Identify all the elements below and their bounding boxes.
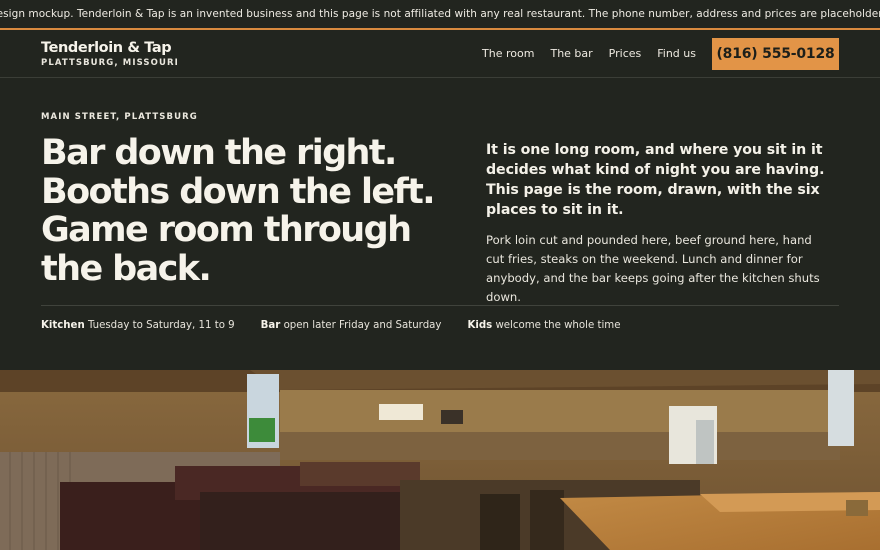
fact-bar: Bar open later Friday and Saturday — [261, 320, 442, 331]
headline-line: Bar down the right. — [41, 133, 397, 173]
fact-value: welcome the whole time — [495, 320, 621, 331]
fact-kids: Kids welcome the whole time — [467, 320, 620, 331]
nav-link-the-room[interactable]: The room — [482, 47, 534, 60]
nav-link-find-us[interactable]: Find us — [657, 47, 696, 60]
site-header: Tenderloin & Tap PLATTSBURG, MISSOURI Th… — [0, 30, 880, 78]
headline-line: Booths down the left. — [41, 171, 436, 212]
main-nav: The room The bar Prices Find us (816) 55… — [482, 37, 839, 70]
brand-location: PLATTSBURG, MISSOURI — [41, 57, 179, 68]
brand[interactable]: Tenderloin & Tap PLATTSBURG, MISSOURI — [41, 40, 179, 68]
call-phone-button[interactable]: (816) 555-0128 — [712, 37, 839, 70]
fact-label: Bar — [260, 320, 281, 331]
fact-value: open later Friday and Saturday — [283, 320, 442, 331]
brand-name: Tenderloin & Tap — [41, 39, 172, 56]
hero-body: Pork loin cut and pounded here, beef gro… — [486, 233, 820, 304]
fact-value: Tuesday to Saturday, 11 to 9 — [87, 320, 235, 331]
headline-line: the back. — [41, 248, 212, 289]
room-photo-illustration — [0, 370, 880, 550]
hero-lede: It is one long room, and where you sit i… — [486, 142, 825, 218]
room-photo — [0, 370, 880, 550]
hero-headline: Bar down the right. Booths down the left… — [41, 134, 461, 288]
disclaimer-banner: Design mockup. Tenderloin & Tap is an in… — [0, 0, 880, 30]
headline-line: Game room through — [41, 210, 412, 250]
nav-link-the-bar[interactable]: The bar — [550, 47, 592, 60]
hero-section: MAIN STREET, PLATTSBURG Bar down the rig… — [0, 78, 880, 370]
hours-facts: Kitchen Tuesday to Saturday, 11 to 9 Bar… — [41, 320, 646, 331]
fact-label: Kids — [467, 320, 493, 331]
fact-kitchen: Kitchen Tuesday to Saturday, 11 to 9 — [41, 320, 235, 331]
nav-link-prices[interactable]: Prices — [609, 47, 642, 60]
hero-divider — [41, 305, 839, 306]
fact-label: Kitchen — [41, 320, 85, 331]
hero-eyebrow: MAIN STREET, PLATTSBURG — [41, 112, 198, 122]
